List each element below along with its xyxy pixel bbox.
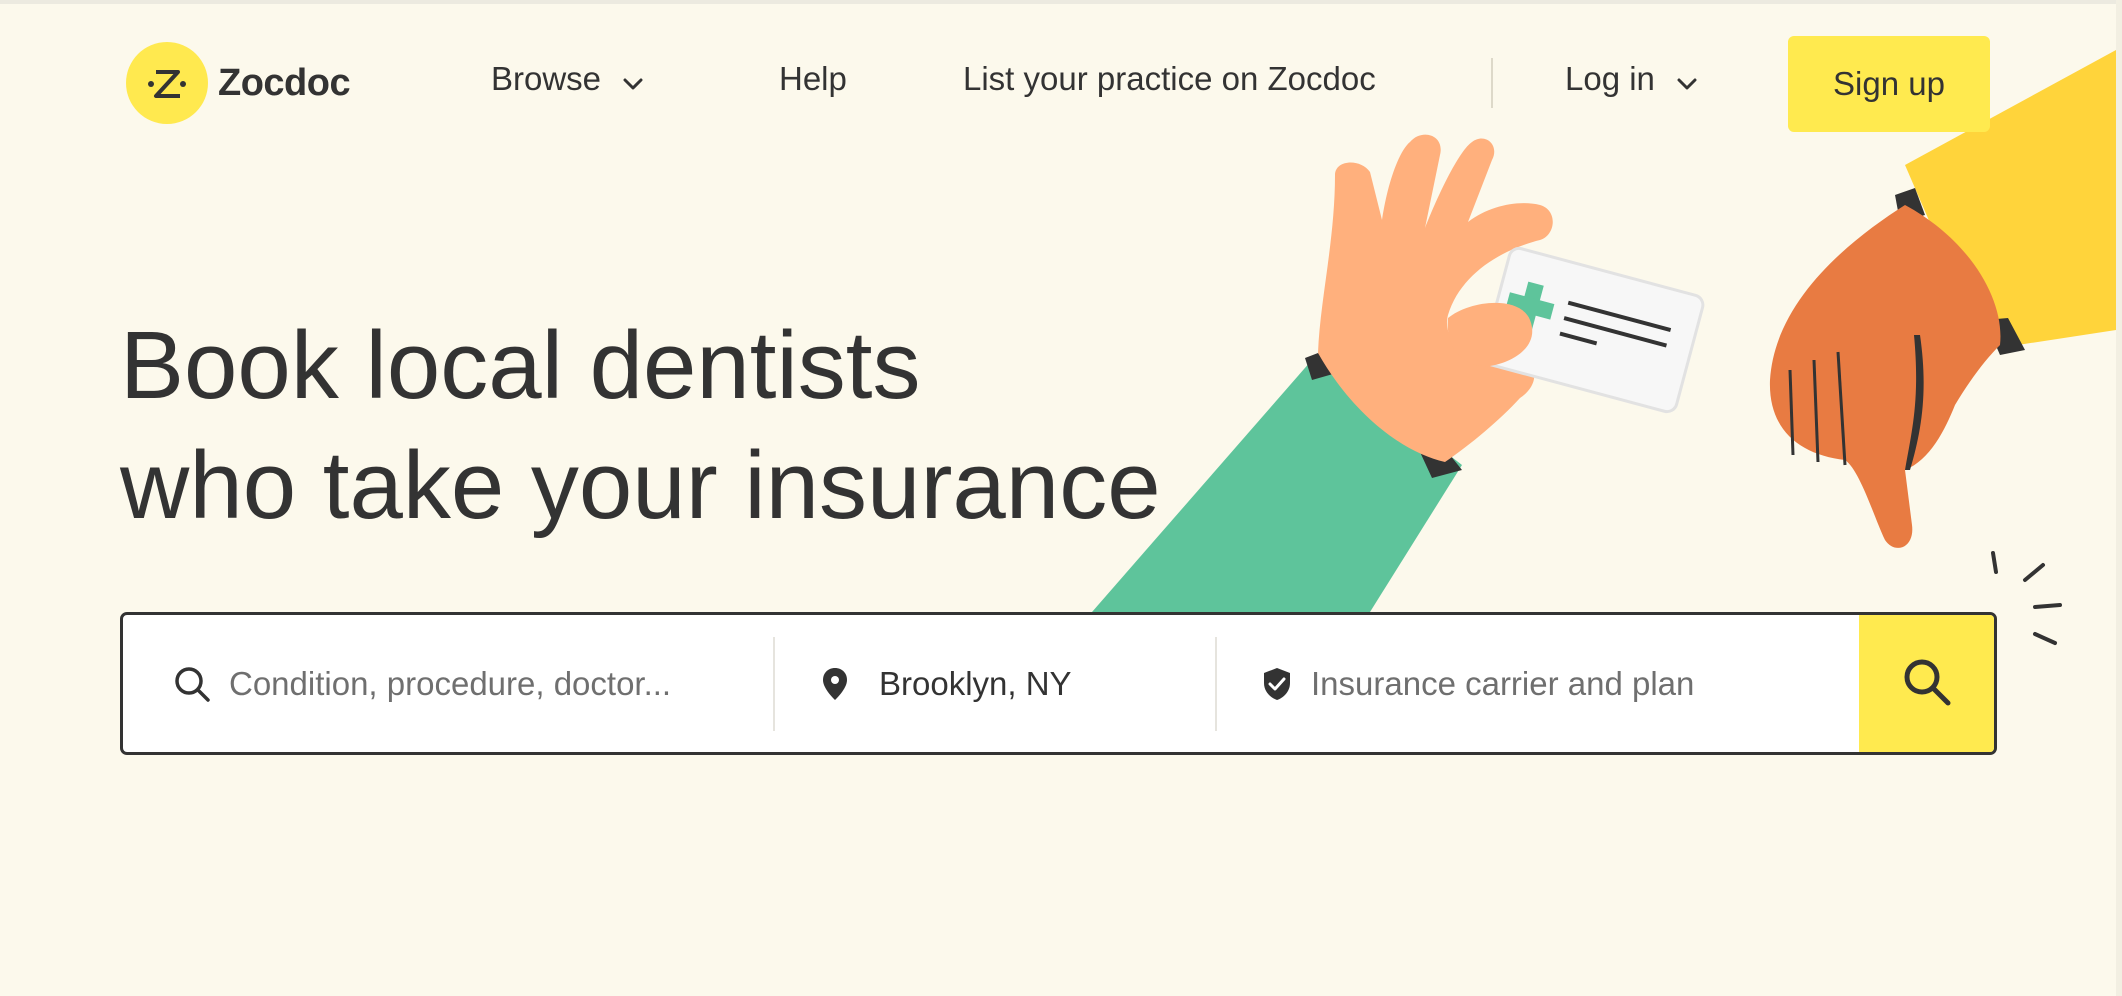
scrollbar-track[interactable] bbox=[2116, 0, 2122, 996]
shield-check-icon bbox=[1261, 666, 1293, 702]
insurance-input[interactable] bbox=[1309, 663, 1859, 704]
query-field[interactable] bbox=[123, 615, 773, 752]
nav-login-label: Log in bbox=[1565, 60, 1655, 97]
nav-list-practice[interactable]: List your practice on Zocdoc bbox=[963, 60, 1376, 98]
hero-heading-line-2: who take your insurance bbox=[120, 432, 1161, 539]
insurance-field[interactable] bbox=[1217, 615, 1859, 752]
zocdoc-logo[interactable]: Zocdoc bbox=[126, 42, 351, 124]
hand-holding-card-illustration bbox=[1092, 134, 1705, 612]
search-button[interactable] bbox=[1859, 615, 1994, 752]
chevron-down-icon bbox=[1677, 60, 1697, 98]
nav-browse-label: Browse bbox=[491, 60, 602, 97]
location-value[interactable]: Brooklyn, NY bbox=[879, 665, 1072, 703]
zocdoc-logo-icon bbox=[126, 42, 208, 124]
signup-button[interactable]: Sign up bbox=[1788, 36, 1990, 132]
nav-help[interactable]: Help bbox=[779, 60, 847, 98]
brand-name: Zocdoc bbox=[218, 61, 351, 104]
hero-heading: Book local dentists who take your insura… bbox=[120, 306, 1161, 546]
search-bar: Brooklyn, NY bbox=[120, 612, 1997, 755]
location-pin-icon bbox=[821, 666, 849, 702]
hero-heading-line-1: Book local dentists bbox=[120, 312, 921, 419]
nav-divider bbox=[1491, 58, 1493, 108]
nav-browse[interactable]: Browse bbox=[491, 60, 643, 98]
nav-help-label: Help bbox=[779, 60, 847, 97]
search-icon bbox=[173, 665, 211, 703]
query-input[interactable] bbox=[227, 663, 773, 704]
nav-login[interactable]: Log in bbox=[1565, 60, 1697, 98]
location-field[interactable]: Brooklyn, NY bbox=[775, 615, 1215, 752]
top-border bbox=[0, 0, 2122, 4]
chevron-down-icon bbox=[623, 60, 643, 98]
pointing-hand-illustration bbox=[1769, 50, 2116, 645]
search-icon bbox=[1901, 656, 1953, 711]
nav-list-practice-label: List your practice on Zocdoc bbox=[963, 60, 1376, 97]
